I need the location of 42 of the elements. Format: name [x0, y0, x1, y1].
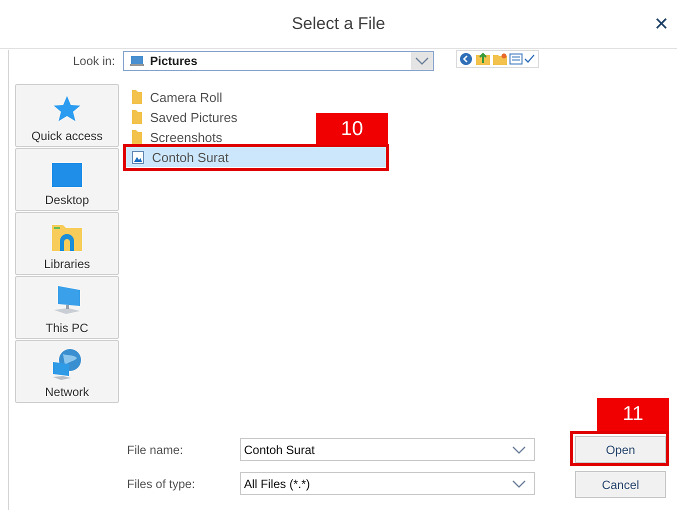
place-button[interactable]: Quick access [15, 84, 119, 147]
file-name: Screenshots [150, 130, 222, 144]
monitor-icon [51, 162, 83, 188]
file-name: Saved Pictures [150, 110, 238, 124]
folder-icon [132, 110, 142, 124]
view-menu-icon[interactable] [509, 52, 538, 66]
step-number: 11 [597, 398, 669, 431]
file-item[interactable]: Screenshots [126, 127, 228, 147]
file-type-label: Files of type: [127, 476, 196, 490]
chevron-down-icon [512, 446, 526, 454]
open-button[interactable]: Open [575, 436, 666, 463]
place-button[interactable]: This PC [15, 276, 119, 339]
pictures-folder-icon [130, 55, 144, 67]
place-button[interactable]: Desktop [15, 148, 119, 211]
file-item[interactable]: Saved Pictures [126, 107, 244, 127]
place-button[interactable]: Libraries [15, 212, 119, 275]
file-name-label: File name: [127, 442, 184, 456]
network-globe-icon [51, 348, 83, 380]
place-button[interactable]: Network [15, 340, 119, 403]
file-item[interactable]: Camera Roll [126, 87, 228, 107]
file-item[interactable]: Contoh Surat [126, 147, 388, 167]
cancel-button[interactable]: Cancel [575, 471, 666, 498]
up-folder-icon[interactable] [475, 52, 492, 66]
back-icon[interactable] [458, 52, 474, 66]
look-in-label: Look in: [73, 54, 116, 68]
window-title: Select a File [292, 14, 386, 34]
step-number: 10 [316, 113, 388, 145]
file-name-field[interactable]: Contoh Surat [240, 438, 535, 461]
file-name: Camera Roll [150, 90, 222, 104]
file-type-dropdown[interactable]: All Files (*.*) [240, 472, 535, 495]
look-in-dropdown[interactable]: Pictures [123, 51, 434, 71]
computer-icon [52, 284, 82, 316]
library-folder-icon [51, 222, 83, 252]
chevron-down-icon [415, 57, 430, 65]
image-file-icon [132, 150, 144, 164]
new-folder-icon[interactable] [492, 52, 508, 66]
folder-icon [132, 130, 142, 144]
file-name: Contoh Surat [152, 150, 229, 164]
folder-icon [132, 90, 142, 104]
chevron-down-icon [512, 480, 526, 488]
star-icon [52, 94, 82, 124]
close-button[interactable]: ✕ [650, 12, 673, 37]
